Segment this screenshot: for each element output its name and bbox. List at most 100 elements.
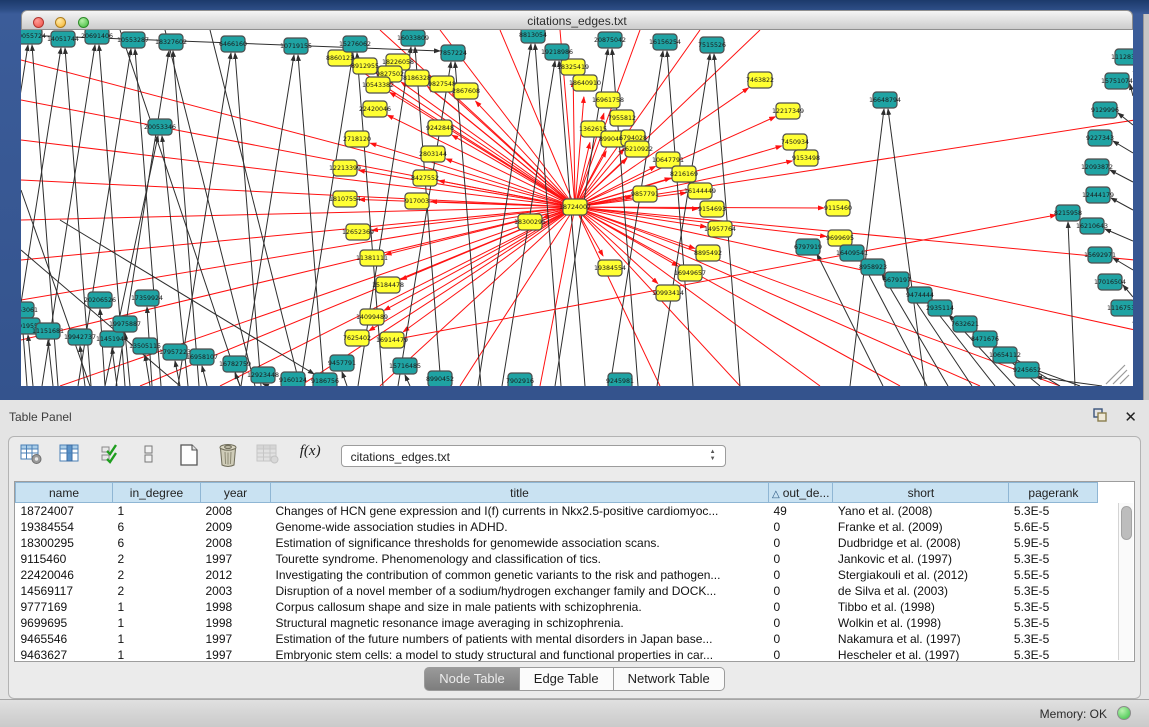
- network-node[interactable]: 19055724: [21, 30, 46, 44]
- network-edge[interactable]: [405, 375, 410, 386]
- table-cell[interactable]: Hescheler et al. (1997): [833, 647, 1009, 662]
- table-cell[interactable]: 0: [769, 551, 833, 567]
- tab-edge-table[interactable]: Edge Table: [520, 667, 614, 691]
- table-cell[interactable]: Estimation of the future numbers of pati…: [271, 631, 769, 647]
- scrollbar-thumb[interactable]: [1121, 506, 1132, 540]
- network-edge[interactable]: [888, 109, 925, 386]
- table-cell[interactable]: 5.3E-5: [1009, 631, 1098, 647]
- memory-indicator[interactable]: [1117, 706, 1131, 720]
- network-edge[interactable]: [1130, 84, 1133, 96]
- network-node[interactable]: 12213399: [329, 160, 361, 176]
- network-node[interactable]: 9457791: [328, 355, 356, 371]
- network-node[interactable]: 7625402: [343, 330, 371, 346]
- table-scrollbar[interactable]: [1118, 503, 1133, 660]
- network-node[interactable]: 8186328: [403, 70, 431, 86]
- network-node[interactable]: 15751074: [1101, 73, 1133, 89]
- network-node[interactable]: 20053346: [144, 119, 176, 135]
- network-node[interactable]: 20875042: [594, 32, 626, 48]
- table-row[interactable]: 1456911722003Disruption of a novel membe…: [16, 583, 1098, 599]
- network-node[interactable]: 17359924: [131, 290, 163, 306]
- table-cell[interactable]: Yano et al. (2008): [833, 503, 1009, 520]
- table-mode-button[interactable]: [19, 443, 43, 469]
- network-edge[interactable]: [1068, 222, 1075, 386]
- table-cell[interactable]: 5.6E-5: [1009, 519, 1098, 535]
- network-window-titlebar[interactable]: citations_edges.txt: [21, 10, 1133, 30]
- table-cell[interactable]: 9463627: [16, 647, 113, 662]
- table-cell[interactable]: 5.3E-5: [1009, 615, 1098, 631]
- table-cell[interactable]: 19384554: [16, 519, 113, 535]
- network-edge[interactable]: [21, 140, 575, 207]
- network-node[interactable]: 9153498: [792, 150, 820, 166]
- network-node[interactable]: 2803144: [419, 146, 447, 162]
- network-edge[interactable]: [1036, 377, 1102, 386]
- table-row[interactable]: 977716911998Corpus callosum shape and si…: [16, 599, 1098, 615]
- network-node[interactable]: 7515526: [698, 37, 726, 53]
- network-edge[interactable]: [342, 372, 347, 386]
- table-cell[interactable]: 49: [769, 503, 833, 520]
- table-cell[interactable]: 2: [113, 583, 201, 599]
- network-node[interactable]: 16144449: [684, 183, 716, 199]
- network-edge[interactable]: [1113, 141, 1133, 153]
- network-node[interactable]: 16782759: [219, 356, 251, 372]
- network-node[interactable]: 8990452: [426, 371, 454, 386]
- network-edge[interactable]: [1111, 198, 1133, 210]
- table-cell[interactable]: 5.3E-5: [1009, 599, 1098, 615]
- table-cell[interactable]: 1997: [201, 631, 271, 647]
- table-cell[interactable]: 1998: [201, 615, 271, 631]
- table-cell[interactable]: 1: [113, 503, 201, 520]
- network-edge[interactable]: [428, 87, 575, 207]
- table-cell[interactable]: Estimation of significance thresholds fo…: [271, 535, 769, 551]
- network-edge[interactable]: [235, 53, 261, 386]
- table-row[interactable]: 969969511998Structural magnetic resonanc…: [16, 615, 1098, 631]
- table-cell[interactable]: 1: [113, 599, 201, 615]
- network-node[interactable]: 18325419: [557, 59, 589, 75]
- network-edge[interactable]: [1105, 229, 1133, 241]
- table-cell[interactable]: 0: [769, 583, 833, 599]
- network-node[interactable]: 18327602: [155, 34, 187, 50]
- table-cell[interactable]: Franke et al. (2009): [833, 519, 1009, 535]
- column-header-year[interactable]: year: [201, 483, 271, 503]
- column-button[interactable]: [137, 443, 161, 469]
- canvas-resize-grip[interactable]: [1113, 370, 1127, 384]
- network-node[interactable]: 8215958: [1054, 205, 1082, 221]
- network-node[interactable]: 15184478: [372, 277, 404, 293]
- table-cell[interactable]: Changes of HCN gene expression and I(f) …: [271, 503, 769, 520]
- table-cell[interactable]: Embryonic stem cells: a model to study s…: [271, 647, 769, 662]
- network-edge[interactable]: [21, 207, 575, 340]
- network-node[interactable]: 11167533: [1107, 300, 1133, 316]
- table-row[interactable]: 911546021997Tourette syndrome. Phenomeno…: [16, 551, 1098, 567]
- network-edge[interactable]: [1123, 285, 1133, 297]
- network-edge[interactable]: [370, 143, 575, 207]
- table-row[interactable]: 2242004622012Investigating the contribut…: [16, 567, 1098, 583]
- network-node[interactable]: 9154693: [698, 201, 726, 217]
- table-cell[interactable]: 5.5E-5: [1009, 567, 1098, 583]
- network-node[interactable]: 8912955: [351, 58, 379, 74]
- table-cell[interactable]: 0: [769, 519, 833, 535]
- network-node[interactable]: 16914479: [376, 332, 408, 348]
- network-edge[interactable]: [455, 62, 481, 386]
- network-edge[interactable]: [298, 55, 324, 386]
- network-node[interactable]: 18724007: [559, 199, 591, 215]
- network-node[interactable]: 16949657: [674, 265, 706, 281]
- table-cell[interactable]: Structural magnetic resonance image aver…: [271, 615, 769, 631]
- table-cell[interactable]: Corpus callosum shape and size in male p…: [271, 599, 769, 615]
- network-node[interactable]: 8813054: [519, 30, 547, 43]
- network-node[interactable]: 15276062: [339, 36, 371, 52]
- column-header-title[interactable]: title: [271, 483, 769, 503]
- table-cell[interactable]: 6: [113, 519, 201, 535]
- table-cell[interactable]: 2003: [201, 583, 271, 599]
- column-header-out_de[interactable]: △out_de...: [769, 483, 833, 503]
- table-cell[interactable]: Tibbo et al. (1998): [833, 599, 1009, 615]
- table-cell[interactable]: 9777169: [16, 599, 113, 615]
- network-edge[interactable]: [263, 384, 268, 386]
- network-node[interactable]: 9245981: [606, 373, 634, 386]
- table-select-dropdown[interactable]: citations_edges.txt ▲▼: [341, 445, 726, 467]
- table-cell[interactable]: 0: [769, 615, 833, 631]
- network-node[interactable]: 12923448: [247, 367, 279, 383]
- table-cell[interactable]: Tourette syndrome. Phenomenology and cla…: [271, 551, 769, 567]
- network-edge[interactable]: [210, 30, 300, 386]
- table-cell[interactable]: 9465546: [16, 631, 113, 647]
- create-column-button[interactable]: [177, 443, 201, 469]
- table-cell[interactable]: 2008: [201, 535, 271, 551]
- network-node[interactable]: 12444179: [1082, 187, 1114, 203]
